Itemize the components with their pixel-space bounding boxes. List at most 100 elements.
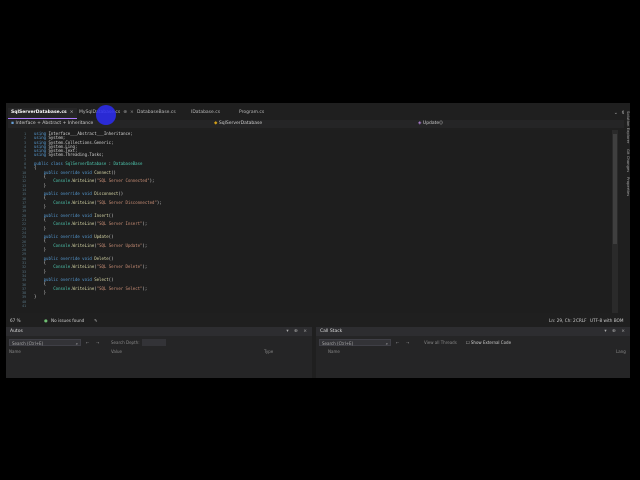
code-line[interactable]: Console.WriteLine("SQL Server Select"); bbox=[34, 285, 162, 291]
code-token: } bbox=[43, 268, 47, 274]
tab-program[interactable]: Program.cs bbox=[236, 108, 267, 118]
rail-tab-solution-explorer[interactable]: Solution Explorer bbox=[626, 111, 631, 143]
code-line[interactable]: Console.WriteLine("SQL Server Connected"… bbox=[34, 179, 162, 183]
class-icon: ◆ bbox=[214, 121, 218, 126]
code-token: Disconnect bbox=[94, 191, 119, 197]
brush-icon[interactable]: ✎ bbox=[94, 316, 98, 325]
vertical-scrollbar[interactable] bbox=[612, 130, 618, 313]
call-stack-search-input[interactable]: Search (Ctrl+E) ⌕ bbox=[319, 339, 391, 346]
call-stack-panel: Call Stack ▾ ⊕ × Search (Ctrl+E) ⌕ ← → Vi… bbox=[316, 327, 630, 378]
editor-status-bar: 67 % ● No issues found ✎ Ln: 29, Ch: 2 C… bbox=[8, 316, 624, 325]
file-encoding[interactable]: UTF-8 with BOM bbox=[590, 316, 623, 325]
code-token: () bbox=[108, 277, 114, 283]
code-token: () bbox=[108, 255, 114, 261]
search-depth-dropdown[interactable] bbox=[142, 339, 166, 346]
member-label: Update() bbox=[422, 121, 443, 126]
close-icon[interactable]: × bbox=[70, 110, 74, 115]
issues-indicator[interactable]: No issues found bbox=[51, 316, 84, 325]
code-token: Console bbox=[53, 242, 71, 248]
back-arrow-icon[interactable]: ← bbox=[396, 339, 399, 346]
code-token: DatabaseBase bbox=[113, 161, 143, 167]
code-token: "SQL Server Select" bbox=[96, 285, 143, 291]
code-token: Console bbox=[53, 199, 71, 205]
code-token: } bbox=[43, 289, 47, 295]
tab-label: IDatabase.cs bbox=[191, 110, 221, 115]
column-lang[interactable]: Lang bbox=[616, 349, 626, 354]
code-token: public override void bbox=[43, 277, 95, 283]
code-editor[interactable]: 1 2 3 4 5 6 7 8 9 10 11 12 13 14 15 16 17 18 19 20 21 22 23 24 2… bbox=[8, 130, 618, 313]
type-dropdown[interactable]: ◆ SqlServerDatabase bbox=[214, 120, 414, 128]
code-line[interactable]: Console.WriteLine("SQL Server Update"); bbox=[34, 242, 162, 248]
column-name[interactable]: Name bbox=[328, 349, 340, 354]
autos-search-input[interactable]: Search (Ctrl+E) ⌕ bbox=[9, 339, 81, 346]
scrollbar-thumb[interactable] bbox=[613, 134, 617, 244]
code-token: WriteLine bbox=[72, 285, 95, 291]
tab-sqlserverdatabase[interactable]: SqlServerDatabase.cs × bbox=[8, 108, 77, 119]
tab-databasebase[interactable]: DatabaseBase.cs bbox=[134, 108, 179, 118]
external-code-icon: ☐ bbox=[466, 340, 470, 345]
tab-idatabase[interactable]: IDatabase.cs bbox=[188, 108, 223, 118]
code-token: "SQL Server Connected" bbox=[96, 178, 150, 184]
code-token: () bbox=[111, 169, 116, 175]
mouse-cursor-highlight bbox=[96, 105, 116, 125]
code-token: "SQL Server Update" bbox=[96, 242, 143, 248]
project-label: Interface + Abstract + Inheritance bbox=[15, 121, 94, 126]
zoom-dropdown[interactable]: 67 % bbox=[10, 316, 21, 325]
show-external-code-button[interactable]: ☐ Show External Code bbox=[466, 339, 511, 346]
forward-arrow-icon[interactable]: → bbox=[406, 339, 409, 346]
code-token: Select bbox=[94, 277, 109, 283]
code-line[interactable]: Console.WriteLine("SQL Server Disconnect… bbox=[34, 199, 161, 205]
panel-title: Call Stack bbox=[320, 329, 343, 334]
line-ending[interactable]: CRLF bbox=[576, 316, 587, 325]
ide-window: SqlServerDatabase.cs× MySqlDatabase.cs⊕×… bbox=[6, 103, 631, 378]
panel-controls[interactable]: ▾ ⊕ × bbox=[286, 327, 309, 336]
code-token: Console bbox=[53, 178, 71, 184]
code-token: WriteLine bbox=[72, 264, 95, 270]
code-token: "SQL Server Delete" bbox=[96, 264, 143, 270]
search-icon[interactable]: ⌕ bbox=[386, 340, 388, 347]
code-token: () bbox=[108, 234, 114, 240]
rail-tab-properties[interactable]: Properties bbox=[626, 177, 631, 196]
view-all-threads-button[interactable]: View all Threads bbox=[424, 339, 457, 346]
code-line[interactable]: } bbox=[34, 295, 162, 299]
search-placeholder: Search (Ctrl+E) bbox=[12, 341, 44, 346]
code-token: () bbox=[108, 212, 114, 218]
cursor-position[interactable]: Ln: 29, Ch: 2 bbox=[549, 316, 576, 325]
code-token: "SQL Server Insert" bbox=[96, 221, 143, 227]
pin-icon[interactable]: ⊕ bbox=[123, 110, 127, 115]
code-token: public class bbox=[34, 161, 66, 167]
method-icon: ◈ bbox=[418, 121, 422, 126]
back-arrow-icon[interactable]: ← bbox=[86, 339, 89, 346]
code-token: } bbox=[43, 247, 47, 253]
column-name[interactable]: Name bbox=[9, 349, 21, 354]
search-icon[interactable]: ⌕ bbox=[76, 340, 78, 347]
panel-title: Autos bbox=[10, 329, 23, 334]
type-label: SqlServerDatabase bbox=[218, 121, 263, 126]
forward-arrow-icon[interactable]: → bbox=[96, 339, 99, 346]
code-token: ); bbox=[142, 264, 148, 270]
code-token: public override void bbox=[43, 191, 95, 197]
code-token: Connect bbox=[94, 169, 112, 175]
show-external-label: Show External Code bbox=[470, 340, 512, 345]
code-line[interactable]: Console.WriteLine("SQL Server Delete"); bbox=[34, 265, 162, 269]
code-token: ); bbox=[142, 285, 148, 291]
tab-list-dropdown-icon[interactable]: ⌄ bbox=[614, 108, 618, 118]
line-number-gutter: 1 2 3 4 5 6 7 8 9 10 11 12 13 14 15 16 17 18 19 20 21 22 23 24 2… bbox=[8, 130, 32, 313]
code-token: Console bbox=[53, 285, 71, 291]
code-token: using bbox=[34, 152, 47, 158]
code-token: WriteLine bbox=[72, 178, 95, 184]
panel-controls[interactable]: ▾ ⊕ × bbox=[604, 327, 627, 336]
rail-tab-git-changes[interactable]: Git Changes bbox=[626, 149, 631, 172]
code-line[interactable]: Console.WriteLine("SQL Server Insert"); bbox=[34, 222, 162, 226]
member-dropdown[interactable]: ◈ Update() bbox=[418, 120, 618, 128]
code-text[interactable]: using Interface___Abstract___Inheritance… bbox=[34, 131, 162, 300]
autos-panel-header: Autos ▾ ⊕ × bbox=[6, 327, 312, 336]
code-token: WriteLine bbox=[72, 242, 95, 248]
column-type[interactable]: Type bbox=[264, 349, 273, 354]
code-token: WriteLine bbox=[72, 221, 95, 227]
code-token: } bbox=[34, 294, 37, 300]
search-placeholder: Search (Ctrl+E) bbox=[322, 341, 354, 346]
column-value[interactable]: Value bbox=[111, 349, 122, 354]
code-token: () bbox=[118, 191, 124, 197]
code-token: : bbox=[106, 161, 114, 167]
